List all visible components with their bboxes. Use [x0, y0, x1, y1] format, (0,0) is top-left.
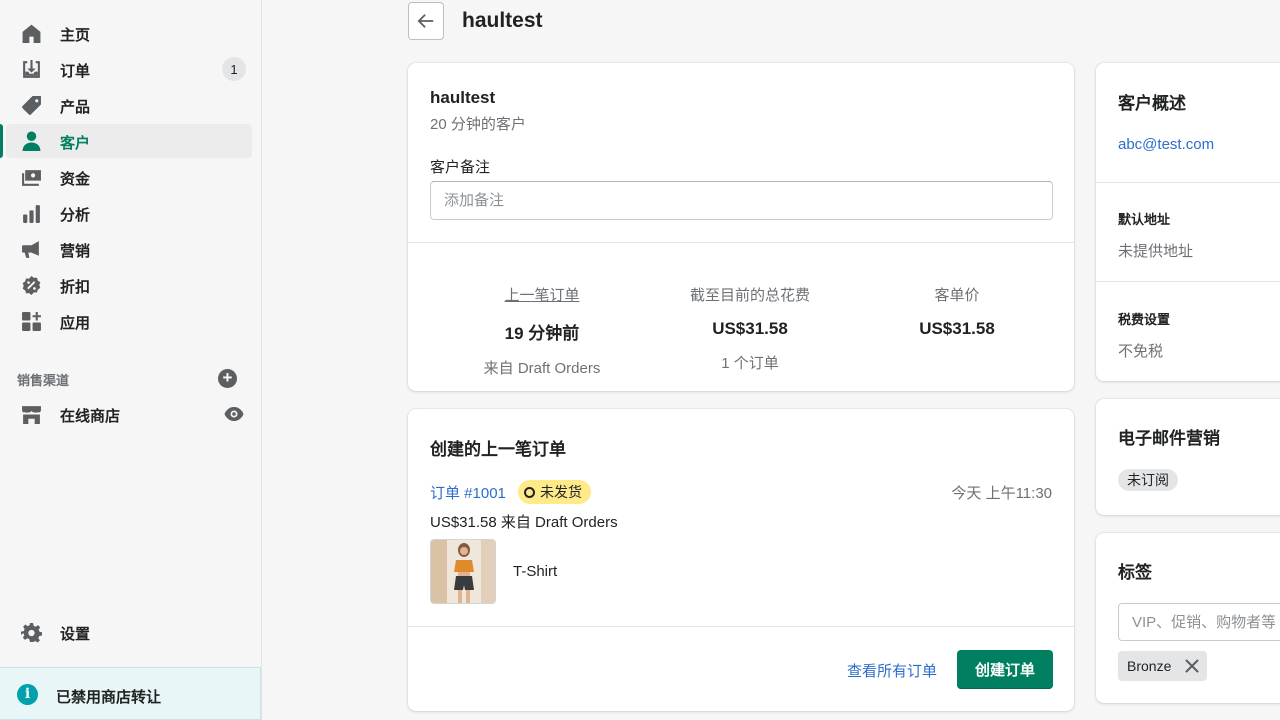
order-link[interactable]: 订单 #1001 [430, 482, 506, 503]
stat-subtext: 来自 Draft Orders [483, 360, 601, 377]
product-name: T-Shirt [513, 563, 558, 580]
sidebar-item-label: 产品 [60, 99, 91, 116]
stat-total-spent: 截至目前的总花费 US$31.58 1 个订单 [640, 284, 860, 373]
discount-icon [20, 275, 42, 295]
divider [1096, 182, 1280, 183]
overview-title: 客户概述 [1118, 94, 1186, 113]
sidebar-item-discounts[interactable]: 折扣 [6, 268, 252, 302]
stat-head: 客单价 [934, 287, 980, 304]
customer-name: haultest [430, 88, 496, 107]
store-transfer-notice[interactable]: i 已禁用商店转让 [0, 667, 261, 720]
add-channel-icon[interactable]: + [218, 369, 237, 388]
megaphone-icon [20, 239, 42, 259]
sidebar-item-orders[interactable]: 订单 1 [6, 52, 252, 86]
sidebar-item-label: 设置 [60, 626, 91, 643]
apps-icon [20, 311, 42, 331]
notice-label: 已禁用商店转让 [56, 689, 162, 706]
product-image [431, 540, 495, 603]
sidebar-item-settings[interactable]: 设置 [6, 615, 252, 649]
status-label: 未发货 [540, 484, 582, 500]
tax-label: 税费设置 [1118, 312, 1171, 327]
orders-count-badge: 1 [222, 57, 246, 81]
arrow-left-icon [417, 14, 434, 28]
email-marketing-title: 电子邮件营销 [1118, 429, 1220, 448]
sidebar-item-customers[interactable]: 客户 [0, 124, 252, 158]
sidebar-item-online-store[interactable]: 在线商店 [6, 397, 252, 431]
sidebar-item-finances[interactable]: 资金 [6, 160, 252, 194]
divider [408, 626, 1074, 627]
stat-value: 19 分钟前 [504, 324, 580, 343]
page-title: haultest [462, 9, 543, 32]
gear-icon [20, 622, 42, 643]
orders-icon [20, 59, 42, 79]
info-icon: i [17, 684, 38, 705]
divider [408, 242, 1074, 243]
note-input[interactable] [430, 181, 1053, 220]
sidebar-item-products[interactable]: 产品 [6, 88, 252, 122]
sidebar-item-label: 订单 [60, 63, 91, 80]
tags-title: 标签 [1118, 563, 1152, 582]
stat-value: US$31.58 [919, 319, 995, 338]
order-time: 今天 上午11:30 [951, 485, 1052, 502]
stat-average-order: 客单价 US$31.58 [847, 284, 1067, 339]
bar-chart-icon [20, 203, 42, 223]
sidebar-item-label: 分析 [60, 207, 91, 224]
stat-value: US$31.58 [712, 319, 788, 338]
subscription-status-badge: 未订阅 [1118, 469, 1178, 491]
unfulfilled-badge: 未发货 [518, 480, 591, 504]
tags-card: 标签 Bronze [1096, 533, 1280, 703]
tags-input[interactable] [1118, 603, 1280, 641]
tax-value: 不免税 [1118, 343, 1164, 360]
tag-label: Bronze [1127, 658, 1172, 674]
sidebar-item-marketing[interactable]: 营销 [6, 232, 252, 266]
sidebar-item-label: 营销 [60, 243, 91, 260]
sidebar-item-label: 客户 [60, 135, 91, 152]
last-order-title: 创建的上一笔订单 [430, 440, 566, 459]
customer-overview-card: 客户概述 abc@test.com 默认地址 未提供地址 税费设置 不免税 [1096, 63, 1280, 381]
eye-icon[interactable] [224, 405, 244, 423]
note-label: 客户备注 [430, 159, 491, 176]
store-icon [20, 404, 42, 424]
back-button[interactable] [408, 2, 444, 40]
close-icon[interactable] [1185, 659, 1199, 673]
stat-subtext: 1 个订单 [721, 355, 779, 372]
tag-icon [20, 95, 42, 115]
order-summary: US$31.58 来自 Draft Orders [430, 514, 618, 531]
sidebar-item-apps[interactable]: 应用 [6, 304, 252, 338]
address-label: 默认地址 [1118, 212, 1171, 227]
email-marketing-card: 电子邮件营销 未订阅 [1096, 399, 1280, 515]
sidebar-item-label: 在线商店 [60, 408, 121, 425]
view-all-orders-link[interactable]: 查看所有订单 [847, 660, 937, 681]
person-icon [20, 131, 42, 151]
divider [1096, 281, 1280, 282]
create-order-button[interactable]: 创建订单 [957, 650, 1053, 689]
customer-since: 20 分钟的客户 [430, 116, 526, 133]
tag-chip-bronze: Bronze [1118, 651, 1208, 681]
sidebar-item-label: 主页 [60, 27, 91, 44]
customer-card: haultest 20 分钟的客户 客户备注 上一笔订单 19 分钟前 来自 D… [408, 63, 1074, 391]
last-order-link[interactable]: 上一笔订单 [432, 284, 652, 305]
finances-icon [20, 167, 42, 187]
address-value: 未提供地址 [1118, 243, 1194, 260]
customer-email-link[interactable]: abc@test.com [1118, 136, 1214, 153]
sidebar-item-label: 应用 [60, 315, 91, 332]
sidebar-item-label: 折扣 [60, 279, 91, 296]
sidebar-item-label: 资金 [60, 171, 91, 188]
last-order-card: 创建的上一笔订单 订单 #1001 未发货 今天 上午11:30 US$31.5… [408, 409, 1074, 711]
product-thumbnail [430, 539, 496, 604]
sidebar-item-analytics[interactable]: 分析 [6, 196, 252, 230]
status-circle-icon [524, 486, 535, 498]
sidebar: 主页 订单 1 产品 客户 资金 分析 营销 折扣 应用 销售渠道 + 在线商店… [0, 0, 262, 720]
sales-channels-title: 销售渠道 [17, 373, 70, 388]
stat-head: 截至目前的总花费 [689, 287, 810, 304]
stat-last-order: 上一笔订单 19 分钟前 来自 Draft Orders [432, 284, 652, 378]
home-icon [20, 23, 42, 43]
sidebar-item-home[interactable]: 主页 [6, 16, 252, 50]
